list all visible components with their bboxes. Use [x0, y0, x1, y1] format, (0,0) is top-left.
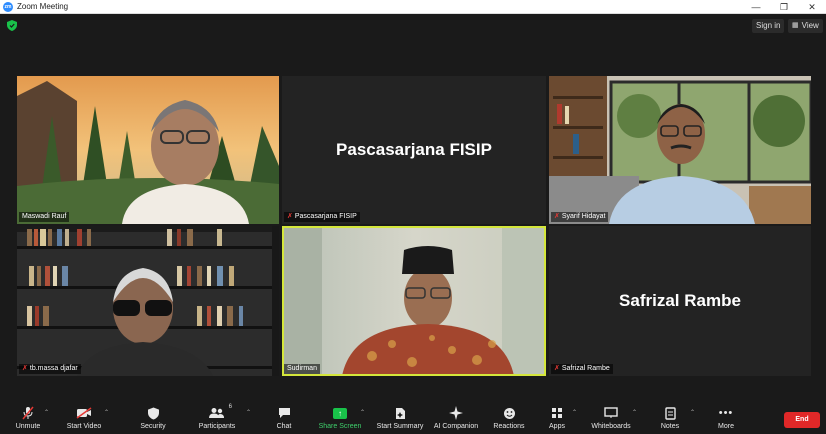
window-controls: — ❐ ✕ [742, 0, 826, 14]
start-summary-button[interactable]: Start Summary [370, 406, 430, 430]
notes-icon [664, 406, 676, 420]
start-video-label: Start Video [66, 423, 102, 430]
window-title: Zoom Meeting [17, 2, 69, 11]
notes-label: Notes [660, 423, 680, 430]
video-tile-maswadi-rauf[interactable]: Maswadi Rauf [17, 76, 279, 224]
muted-mic-icon: ✗ [22, 365, 28, 372]
close-icon[interactable]: ✕ [798, 0, 826, 14]
zoom-logo-icon: zm [3, 1, 13, 12]
participant-video [17, 76, 279, 224]
apps-button[interactable]: Apps [527, 406, 587, 430]
participant-name-label: ✗ Safrizal Rambe [551, 364, 613, 374]
whiteboards-label: Whiteboards [591, 423, 631, 430]
ai-companion-label: AI Companion [433, 423, 479, 430]
muted-mic-icon: ✗ [554, 365, 560, 372]
participant-name: Maswadi Rauf [22, 213, 67, 220]
participants-label: Participants [198, 423, 236, 430]
participant-display-name: Safrizal Rambe [619, 291, 741, 310]
summary-document-icon [395, 406, 406, 420]
participant-video [549, 76, 811, 224]
apps-options-caret-icon[interactable]: ⌃ [572, 409, 577, 416]
security-shield-icon [147, 406, 159, 420]
sign-in-button[interactable]: Sign in [752, 19, 785, 33]
participants-count: 6 [228, 404, 232, 410]
encryption-shield-icon[interactable] [7, 20, 17, 31]
chat-bubble-icon [278, 406, 291, 420]
reactions-label: Reactions [493, 423, 525, 430]
participant-video [282, 226, 546, 376]
participant-name: tb.massa djafar [29, 365, 78, 372]
share-screen-label: Share Screen [318, 423, 362, 430]
participant-name: Safrizal Rambe [561, 365, 610, 372]
more-button[interactable]: ••• More [696, 406, 756, 430]
muted-mic-icon: ✗ [287, 213, 293, 220]
participant-display-name: Pascasarjana FISIP [336, 140, 492, 159]
restore-icon[interactable]: ❐ [770, 0, 798, 14]
start-summary-label: Start Summary [376, 423, 424, 430]
participant-name: Sudirman [287, 365, 317, 372]
more-label: More [718, 423, 734, 430]
chat-label: Chat [276, 423, 292, 430]
video-tile-pascasarjana-fisip[interactable]: Pascasarjana FISIP ✗ Pascasarjana FISIP [282, 76, 546, 224]
view-button[interactable]: ▦ View [788, 19, 823, 33]
video-tile-syarif-hidayat[interactable]: ✗ Syarif Hidayat [549, 76, 811, 224]
video-tile-safrizal-rambe[interactable]: Safrizal Rambe ✗ Safrizal Rambe [549, 226, 811, 376]
muted-microphone-icon [22, 406, 34, 420]
participant-video [17, 226, 279, 376]
meeting-toolbar: Unmute ⌃ Start Video ⌃ Security 6 Partic… [0, 404, 826, 434]
ai-companion-button[interactable]: AI Companion [426, 406, 486, 430]
participant-name: Syarif Hidayat [561, 213, 606, 220]
video-off-icon [76, 406, 92, 420]
muted-mic-icon: ✗ [554, 213, 560, 220]
participants-button[interactable]: 6 Participants [187, 404, 247, 430]
participant-name-label: ✗ tb.massa djafar [19, 364, 81, 374]
share-options-caret-icon[interactable]: ⌃ [360, 409, 365, 416]
security-button[interactable]: Security [123, 406, 183, 430]
share-screen-icon: ↑ [333, 407, 347, 419]
unmute-label: Unmute [15, 423, 41, 430]
meeting-top-bar: Sign in ▦ View [0, 14, 826, 38]
minimize-icon[interactable]: — [742, 0, 770, 14]
view-label: View [801, 21, 819, 30]
whiteboard-icon [604, 406, 618, 420]
security-label: Security [140, 423, 166, 430]
apps-label: Apps [549, 423, 565, 430]
participant-name-label: ✗ Pascasarjana FISIP [284, 212, 360, 222]
participants-icon: 6 [209, 404, 232, 420]
grid-icon: ▦ [792, 22, 799, 29]
share-screen-icon-wrap: ↑ [333, 406, 347, 420]
video-tile-tb-massa-djafar[interactable]: ✗ tb.massa djafar [17, 226, 279, 376]
unmute-button[interactable]: Unmute [0, 406, 58, 430]
participant-name-label: ✗ Syarif Hidayat [551, 212, 609, 222]
title-bar: zm Zoom Meeting — ❐ ✕ [0, 0, 826, 14]
audio-options-caret-icon[interactable]: ⌃ [44, 409, 49, 416]
participants-options-caret-icon[interactable]: ⌃ [246, 409, 251, 416]
video-options-caret-icon[interactable]: ⌃ [104, 409, 109, 416]
notes-options-caret-icon[interactable]: ⌃ [690, 409, 695, 416]
ai-sparkle-icon [449, 406, 463, 420]
apps-icon [551, 406, 563, 420]
smiley-icon [503, 406, 516, 420]
end-meeting-button[interactable]: End [784, 412, 820, 428]
participant-name-label: Maswadi Rauf [19, 212, 70, 222]
participant-name-label: Sudirman [284, 364, 320, 374]
whiteboards-options-caret-icon[interactable]: ⌃ [632, 409, 637, 416]
chat-button[interactable]: Chat [254, 406, 314, 430]
more-dots-icon: ••• [718, 407, 734, 419]
video-tile-sudirman[interactable]: Sudirman [282, 226, 546, 376]
participant-name: Pascasarjana FISIP [294, 213, 357, 220]
